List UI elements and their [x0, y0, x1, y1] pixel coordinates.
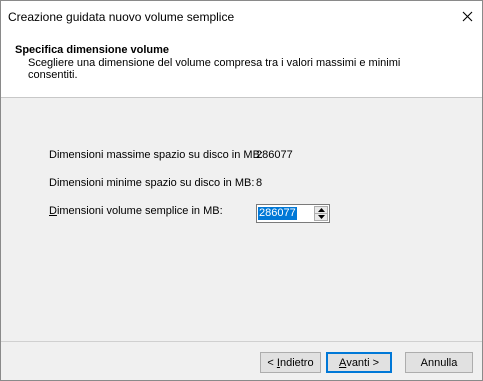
window-title: Creazione guidata nuovo volume semplice	[8, 10, 235, 24]
min-size-label: Dimensioni minime spazio su disco in MB:	[49, 177, 255, 189]
max-size-label: Dimensioni massime spazio su disco in MB…	[49, 149, 263, 161]
back-button-text: ndietro	[279, 356, 314, 369]
page-description: Scegliere una dimensione del volume comp…	[28, 57, 401, 81]
wizard-window: Creazione guidata nuovo volume semplice …	[0, 0, 483, 381]
wizard-footer: < Indietro Avanti > Annulla	[1, 341, 482, 380]
volume-size-label-mnemonic: D	[49, 205, 57, 217]
back-button[interactable]: < Indietro	[260, 352, 321, 373]
wizard-header: Specifica dimensione volume Scegliere un…	[1, 31, 482, 98]
min-size-value: 8	[256, 177, 263, 189]
spin-up-icon	[317, 208, 325, 212]
volume-size-label-text: imensioni volume semplice in MB:	[56, 205, 223, 217]
close-button[interactable]	[452, 1, 482, 31]
stepper-up-button[interactable]	[315, 207, 327, 214]
max-size-value: 286077	[256, 149, 293, 161]
next-button-mnemonic: A	[338, 356, 347, 369]
spin-down-icon	[317, 215, 325, 219]
page-title: Specifica dimensione volume	[15, 44, 170, 56]
close-icon	[462, 11, 472, 21]
stepper-buttons	[314, 206, 328, 221]
title-bar: Creazione guidata nuovo volume semplice	[1, 1, 482, 31]
next-button[interactable]: Avanti >	[326, 352, 392, 373]
volume-size-input[interactable]: 286077	[258, 207, 297, 220]
next-button-text: vanti >	[346, 356, 380, 369]
stepper-down-button[interactable]	[315, 214, 327, 220]
wizard-content: Dimensioni massime spazio su disco in MB…	[1, 98, 482, 341]
back-button-prefix: <	[267, 356, 277, 369]
cancel-button[interactable]: Annulla	[405, 352, 473, 373]
volume-size-label: Dimensioni volume semplice in MB:	[49, 205, 223, 217]
volume-size-stepper[interactable]: 286077	[256, 204, 330, 223]
